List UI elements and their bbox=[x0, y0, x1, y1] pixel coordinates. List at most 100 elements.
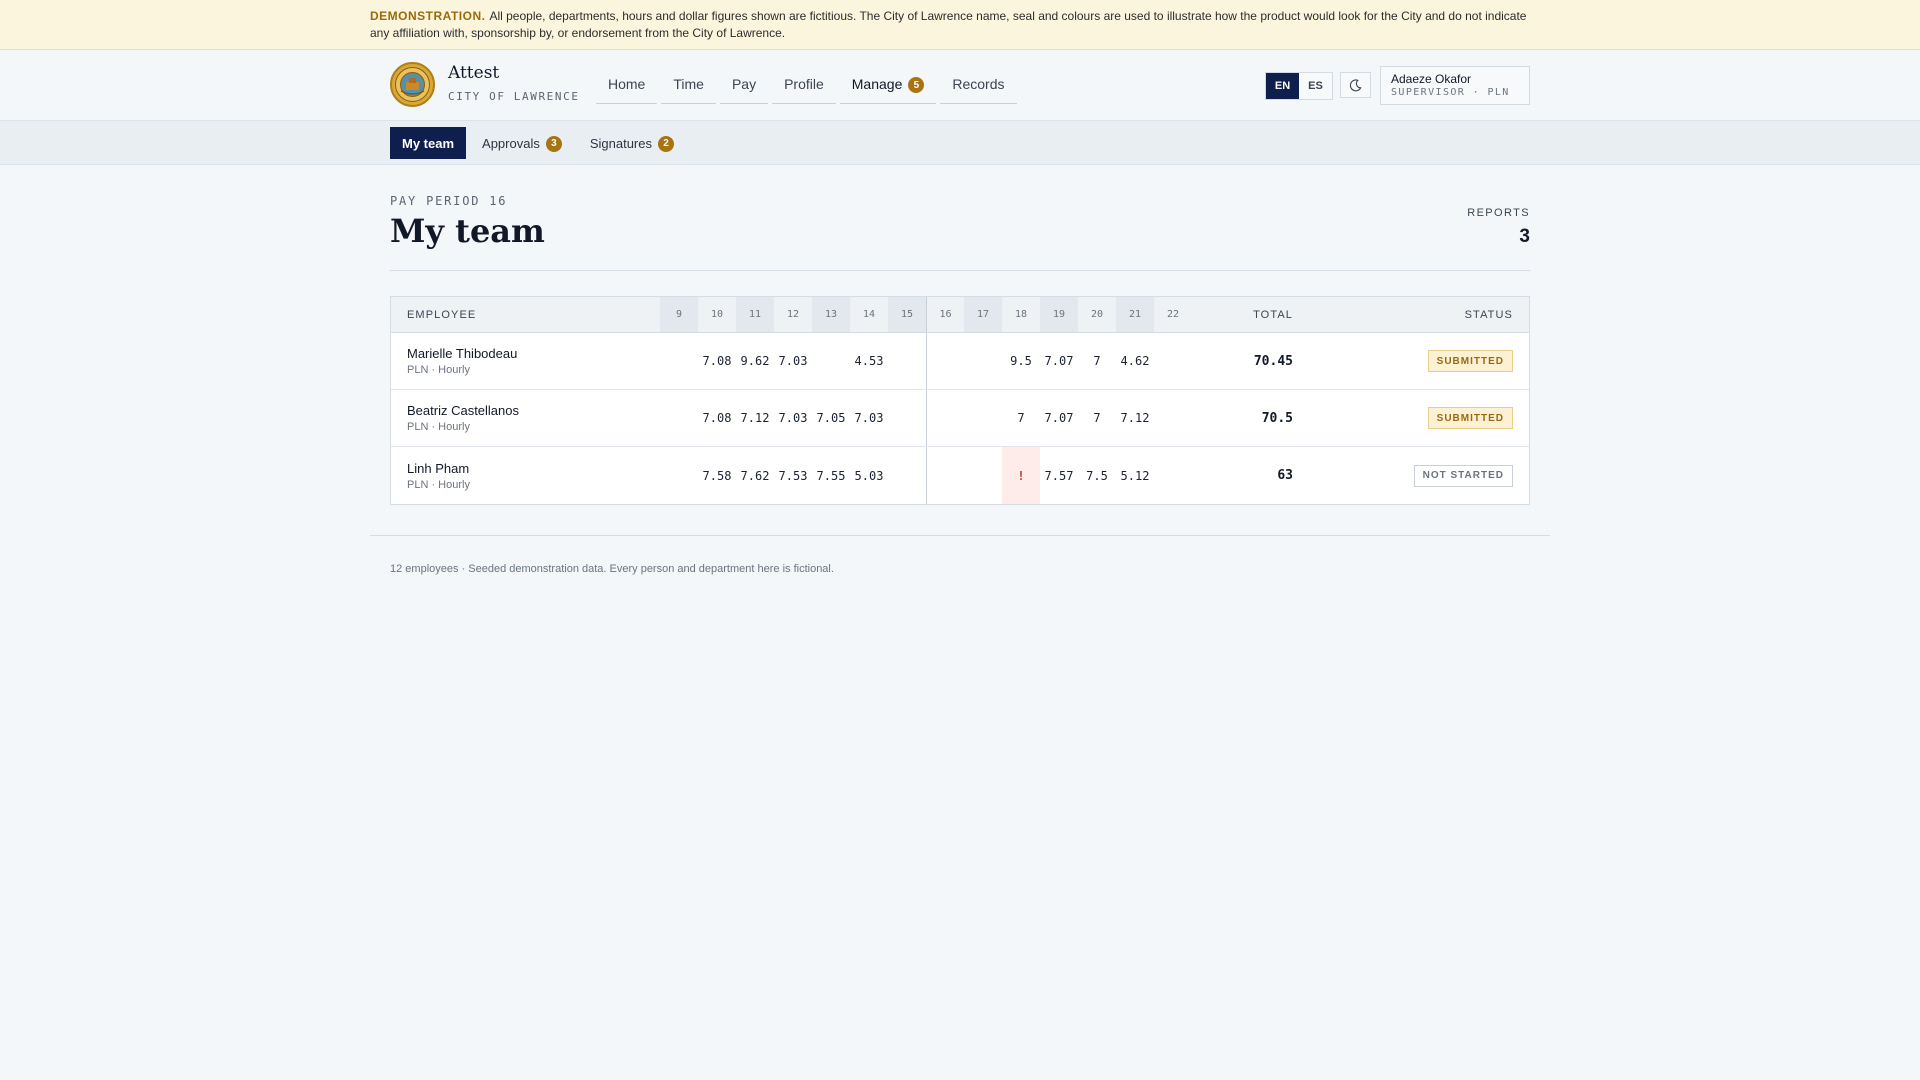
hours-cell[interactable]: 4.53 bbox=[850, 333, 888, 389]
hours-cell[interactable] bbox=[1154, 333, 1192, 389]
hours-cell[interactable]: 7.12 bbox=[736, 390, 774, 446]
nav-manage[interactable]: Manage 5 bbox=[839, 70, 937, 104]
status-badge: NOT STARTED bbox=[1413, 464, 1513, 487]
lang-en-button[interactable]: EN bbox=[1266, 73, 1299, 99]
status-cell: NOT STARTED bbox=[1293, 447, 1529, 504]
hours-cell[interactable]: 7.62 bbox=[736, 447, 774, 504]
approvals-count-badge: 3 bbox=[545, 135, 562, 152]
team-timesheet-table: EMPLOYEE 9 10 11 12 13 14 15 16 17 18 19 20 21 22 TOTA… bbox=[390, 296, 1530, 505]
nav-records[interactable]: Records bbox=[940, 70, 1017, 104]
hours-cell[interactable]: 7.57 bbox=[1040, 447, 1078, 504]
nav-profile[interactable]: Profile bbox=[772, 70, 836, 104]
hours-cell[interactable]: 5.03 bbox=[850, 447, 888, 504]
header-employee[interactable]: EMPLOYEE bbox=[391, 297, 660, 332]
lang-es-button[interactable]: ES bbox=[1299, 73, 1332, 99]
hours-cell[interactable] bbox=[926, 333, 964, 389]
hours-cell[interactable] bbox=[660, 447, 698, 504]
hours-cell[interactable]: 7.05 bbox=[812, 390, 850, 446]
hours-cell[interactable]: 7 bbox=[1078, 390, 1116, 446]
app-header: Attest CITY OF LAWRENCE Home Time Pay Pr… bbox=[0, 50, 1920, 121]
header-day: 19 bbox=[1040, 297, 1078, 332]
table-row[interactable]: Linh Pham PLN · Hourly 7.58 7.62 7.53 7.55 5.0… bbox=[391, 447, 1529, 504]
missing-hours-warning-cell[interactable]: ! bbox=[1002, 447, 1040, 504]
hours-cell[interactable] bbox=[660, 333, 698, 389]
tab-signatures[interactable]: Signatures 2 bbox=[578, 127, 686, 159]
hours-cell[interactable]: 7.58 bbox=[698, 447, 736, 504]
hours-cell[interactable] bbox=[812, 333, 850, 389]
hours-cell[interactable] bbox=[964, 447, 1002, 504]
footer-divider bbox=[370, 535, 1550, 536]
hours-cell[interactable]: 7.08 bbox=[698, 390, 736, 446]
hours-cell[interactable]: 4.62 bbox=[1116, 333, 1154, 389]
table-row[interactable]: Beatriz Castellanos PLN · Hourly 7.08 7.12 7… bbox=[391, 390, 1529, 447]
header-day: 9 bbox=[660, 297, 698, 332]
employee-name[interactable]: Beatriz Castellanos bbox=[407, 403, 660, 418]
hours-cell[interactable]: 7 bbox=[1002, 390, 1040, 446]
total-hours: 63 bbox=[1277, 468, 1293, 483]
hours-cell[interactable]: 7.08 bbox=[698, 333, 736, 389]
reports-count: 3 bbox=[1519, 226, 1530, 247]
header-day: 10 bbox=[710, 309, 724, 320]
tab-approvals[interactable]: Approvals 3 bbox=[470, 127, 574, 159]
employee-name[interactable]: Marielle Thibodeau bbox=[407, 346, 660, 361]
hours-cell[interactable] bbox=[1154, 390, 1192, 446]
main-nav: Home Time Pay Profile Manage 5 Records bbox=[596, 70, 1021, 104]
header-day: 18 bbox=[1014, 309, 1028, 320]
employee-cell[interactable]: Marielle Thibodeau PLN · Hourly bbox=[391, 333, 660, 389]
language-switcher: EN ES bbox=[1265, 72, 1333, 100]
hours-cell[interactable] bbox=[888, 333, 926, 389]
hours-cell[interactable] bbox=[888, 447, 926, 504]
header-day: 20 bbox=[1090, 309, 1104, 320]
hours-cell[interactable]: 7.03 bbox=[774, 333, 812, 389]
hours-cell[interactable]: 7.5 bbox=[1078, 447, 1116, 504]
employee-cell[interactable]: Beatriz Castellanos PLN · Hourly bbox=[391, 390, 660, 446]
signatures-count-badge: 2 bbox=[658, 135, 674, 152]
user-menu[interactable]: Adaeze Okafor SUPERVISOR · PLN bbox=[1380, 66, 1530, 105]
city-seal-logo[interactable] bbox=[390, 62, 435, 107]
header-day: 21 bbox=[1116, 297, 1154, 332]
theme-toggle-button[interactable] bbox=[1340, 72, 1371, 98]
sub-nav: My team Approvals 3 Signatures 2 bbox=[0, 121, 1920, 165]
employee-meta: PLN · Hourly bbox=[407, 364, 470, 376]
hours-cell[interactable]: 7.53 bbox=[774, 447, 812, 504]
hours-cell[interactable]: 9.62 bbox=[736, 333, 774, 389]
user-role: SUPERVISOR · PLN bbox=[1391, 87, 1510, 98]
hours-cell[interactable]: 7.12 bbox=[1116, 390, 1154, 446]
total-hours: 70.45 bbox=[1253, 353, 1293, 369]
hours-cell[interactable]: 7.07 bbox=[1040, 390, 1078, 446]
hours-cell[interactable]: 7.03 bbox=[850, 390, 888, 446]
hours-cell[interactable] bbox=[888, 390, 926, 446]
hours-cell[interactable]: 7 bbox=[1078, 333, 1116, 389]
table-row[interactable]: Marielle Thibodeau PLN · Hourly 7.08 9.62 7.… bbox=[391, 333, 1529, 390]
employee-cell[interactable]: Linh Pham PLN · Hourly bbox=[391, 447, 660, 504]
employee-meta: PLN · Hourly bbox=[407, 421, 470, 433]
pay-period-label: PAY PERIOD 16 bbox=[390, 194, 508, 208]
hours-cell[interactable] bbox=[1154, 447, 1192, 504]
tab-my-team[interactable]: My team bbox=[390, 127, 467, 159]
hours-cell[interactable] bbox=[660, 390, 698, 446]
hours-cell[interactable]: 9.5 bbox=[1002, 333, 1040, 389]
title-divider bbox=[390, 270, 1530, 271]
org-name: CITY OF LAWRENCE bbox=[448, 90, 580, 103]
nav-time[interactable]: Time bbox=[661, 70, 716, 104]
hours-cell[interactable] bbox=[926, 447, 964, 504]
app-name: Attest bbox=[448, 63, 500, 83]
nav-pay[interactable]: Pay bbox=[719, 70, 769, 104]
demo-banner: DEMONSTRATION. All people, departments, h… bbox=[0, 0, 1920, 50]
manage-count-badge: 5 bbox=[908, 77, 925, 93]
hours-cell[interactable]: 7.07 bbox=[1040, 333, 1078, 389]
hours-cell[interactable]: 5.12 bbox=[1116, 447, 1154, 504]
header-day: 17 bbox=[964, 297, 1002, 332]
hours-cell[interactable] bbox=[964, 333, 1002, 389]
hours-cell[interactable] bbox=[964, 390, 1002, 446]
status-badge: SUBMITTED bbox=[1427, 407, 1513, 429]
hours-cell[interactable] bbox=[926, 390, 964, 446]
employee-name[interactable]: Linh Pham bbox=[407, 461, 660, 476]
nav-home[interactable]: Home bbox=[596, 70, 658, 104]
user-name: Adaeze Okafor bbox=[1391, 72, 1472, 86]
hours-cell[interactable]: 7.03 bbox=[774, 390, 812, 446]
reports-label: REPORTS bbox=[1467, 207, 1530, 219]
status-cell: SUBMITTED bbox=[1293, 333, 1529, 389]
moon-icon bbox=[1349, 78, 1362, 91]
hours-cell[interactable]: 7.55 bbox=[812, 447, 850, 504]
